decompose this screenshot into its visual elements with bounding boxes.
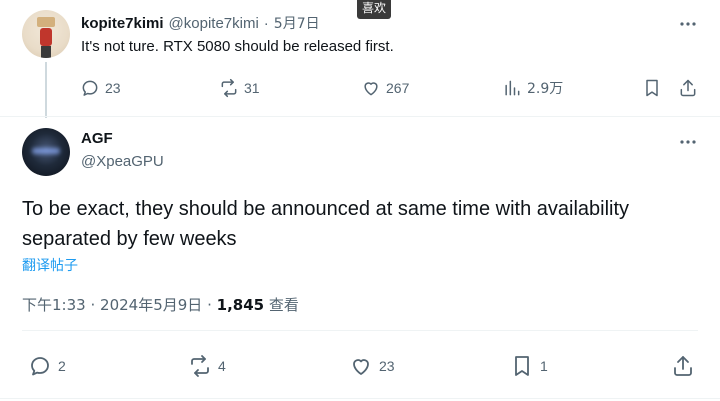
more-options-button[interactable] xyxy=(678,14,698,37)
like-count: 23 xyxy=(379,358,395,374)
share-button[interactable] xyxy=(678,78,698,98)
divider xyxy=(0,398,720,399)
repost-count: 31 xyxy=(244,80,260,96)
display-name[interactable]: kopite7kimi xyxy=(81,15,164,32)
handle[interactable]: @XpeaGPU xyxy=(81,153,164,170)
bookmark-button[interactable]: 1 xyxy=(510,354,548,378)
repost-button[interactable]: 31 xyxy=(219,78,260,98)
reply-tweet-header: kopite7kimi @kopite7kimi · 5月7日 xyxy=(81,13,320,33)
meta-separator: · xyxy=(90,296,96,314)
reply-icon xyxy=(31,357,49,376)
repost-icon xyxy=(191,355,209,377)
more-horizontal-icon xyxy=(680,140,696,144)
reply-count: 23 xyxy=(105,80,121,96)
views-count: 2.9万 xyxy=(527,81,564,97)
like-count: 267 xyxy=(386,80,410,96)
divider xyxy=(0,116,720,117)
main-tweet-text: To be exact, they should be announced at… xyxy=(22,198,630,250)
avatar-agf[interactable] xyxy=(22,128,70,176)
share-icon xyxy=(680,79,696,97)
share-button[interactable] xyxy=(671,354,695,378)
like-button[interactable]: 267 xyxy=(361,78,409,98)
meta-separator: · xyxy=(207,296,212,314)
repost-icon xyxy=(221,78,237,98)
separator: · xyxy=(263,15,269,32)
bookmark-icon xyxy=(646,79,658,97)
analytics-icon xyxy=(505,80,520,96)
more-horizontal-icon xyxy=(680,22,696,26)
more-options-button[interactable] xyxy=(678,132,698,155)
views-count: 1,845 xyxy=(216,296,265,314)
tweet-date[interactable]: 2024年5月9日 xyxy=(100,296,202,314)
divider xyxy=(22,330,698,331)
reply-count: 2 xyxy=(58,358,66,374)
translate-post-link[interactable]: 翻译帖子 xyxy=(22,255,78,275)
like-tooltip: 喜欢 xyxy=(357,0,392,19)
bookmark-count: 1 xyxy=(540,358,548,374)
views-label: 查看 xyxy=(268,296,299,314)
avatar-kopite7kimi[interactable] xyxy=(22,10,70,58)
display-name[interactable]: AGF xyxy=(81,130,113,147)
reply-button[interactable]: 23 xyxy=(80,78,121,98)
bookmark-button[interactable] xyxy=(642,78,662,98)
views-button[interactable]: 2.9万 xyxy=(502,78,563,98)
tweet-time[interactable]: 下午1:33 xyxy=(22,296,86,314)
heart-icon xyxy=(364,82,378,96)
like-button[interactable]: 23 xyxy=(349,354,395,378)
handle[interactable]: @kopite7kimi xyxy=(169,15,259,32)
reply-icon xyxy=(82,80,98,96)
tweet-metadata: 下午1:33 · 2024年5月9日 · 1,845 查看 xyxy=(22,294,299,315)
reply-tweet-text: It's not ture. RTX 5080 should be releas… xyxy=(81,38,394,55)
share-icon xyxy=(674,356,692,376)
repost-count: 4 xyxy=(218,358,226,374)
reply-button[interactable]: 2 xyxy=(28,354,66,378)
repost-button[interactable]: 4 xyxy=(188,354,226,378)
heart-icon xyxy=(353,359,369,375)
thread-connector-line xyxy=(45,62,47,118)
bookmark-icon xyxy=(515,356,529,376)
tweet-date[interactable]: 5月7日 xyxy=(274,13,320,33)
